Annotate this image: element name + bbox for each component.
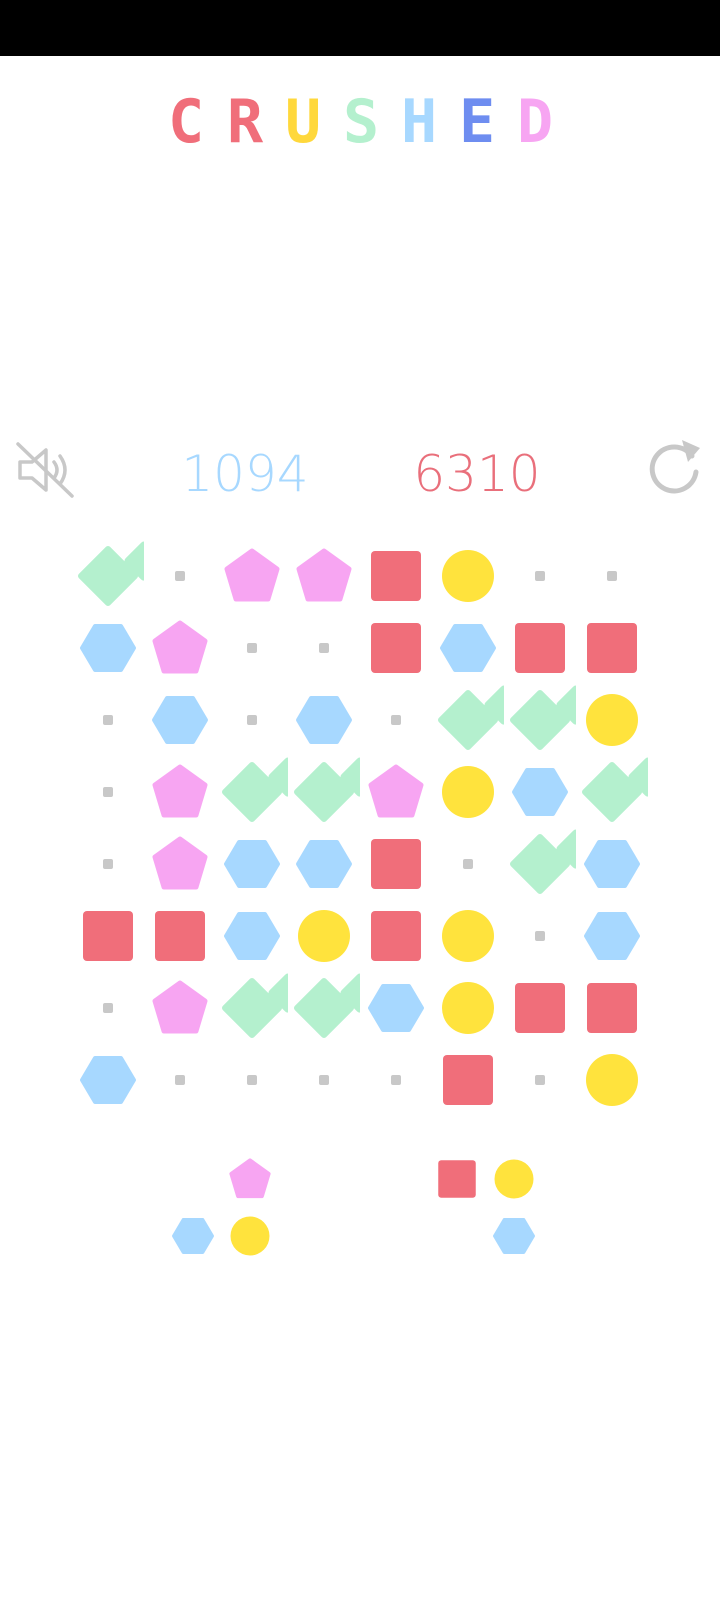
hexagon-tile[interactable] xyxy=(360,972,432,1044)
pentagon-tile[interactable] xyxy=(360,756,432,828)
empty-cell[interactable] xyxy=(360,684,432,756)
hexagon-tile xyxy=(487,1209,541,1263)
empty-cell[interactable] xyxy=(216,684,288,756)
circle-tile[interactable] xyxy=(576,1044,648,1116)
hexagon-tile[interactable] xyxy=(72,612,144,684)
square-tile[interactable] xyxy=(144,900,216,972)
empty-cell[interactable] xyxy=(72,756,144,828)
diamond-tile[interactable] xyxy=(288,756,360,828)
logo-letter-d: D xyxy=(516,96,554,148)
square-tile[interactable] xyxy=(72,900,144,972)
mute-button[interactable] xyxy=(14,438,78,502)
pentagon-tile[interactable] xyxy=(144,828,216,900)
empty-cell[interactable] xyxy=(432,828,504,900)
diamond-tile[interactable] xyxy=(288,972,360,1044)
game-board[interactable] xyxy=(72,540,648,1116)
square-tile[interactable] xyxy=(360,540,432,612)
hexagon-tile[interactable] xyxy=(576,900,648,972)
best-score: 1094 xyxy=(181,445,309,503)
empty-cell[interactable] xyxy=(216,612,288,684)
game-logo: C R U S H E D xyxy=(156,96,564,148)
next-piece-2[interactable] xyxy=(430,1152,538,1260)
square-tile[interactable] xyxy=(360,900,432,972)
diamond-tile[interactable] xyxy=(504,828,576,900)
logo-letter-s: S xyxy=(342,96,380,148)
square-tile[interactable] xyxy=(504,612,576,684)
empty-cell[interactable] xyxy=(72,684,144,756)
logo-letter-h: H xyxy=(400,96,438,148)
diamond-tile[interactable] xyxy=(432,684,504,756)
empty-cell[interactable] xyxy=(144,540,216,612)
hexagon-tile[interactable] xyxy=(504,756,576,828)
circle-tile[interactable] xyxy=(288,900,360,972)
pentagon-tile[interactable] xyxy=(288,540,360,612)
pentagon-tile[interactable] xyxy=(144,612,216,684)
circle-tile[interactable] xyxy=(432,756,504,828)
diamond-tile[interactable] xyxy=(72,540,144,612)
diamond-tile[interactable] xyxy=(216,756,288,828)
square-tile[interactable] xyxy=(360,612,432,684)
hexagon-tile[interactable] xyxy=(576,828,648,900)
pentagon-tile[interactable] xyxy=(216,540,288,612)
square-tile[interactable] xyxy=(576,972,648,1044)
logo-letter-u: U xyxy=(284,96,322,148)
current-score: 6310 xyxy=(413,445,541,503)
circle-tile xyxy=(223,1209,277,1263)
square-tile[interactable] xyxy=(432,1044,504,1116)
hexagon-tile[interactable] xyxy=(144,684,216,756)
hexagon-tile[interactable] xyxy=(432,612,504,684)
restart-icon xyxy=(649,440,700,494)
hexagon-tile[interactable] xyxy=(288,828,360,900)
logo-letter-e: E xyxy=(458,96,496,148)
pentagon-tile xyxy=(223,1152,277,1206)
empty-cell[interactable] xyxy=(72,972,144,1044)
diamond-tile[interactable] xyxy=(576,756,648,828)
circle-tile[interactable] xyxy=(432,972,504,1044)
circle-tile[interactable] xyxy=(576,684,648,756)
empty-cell[interactable] xyxy=(72,828,144,900)
square-tile[interactable] xyxy=(360,828,432,900)
empty-cell[interactable] xyxy=(216,1044,288,1116)
pentagon-tile[interactable] xyxy=(144,972,216,1044)
circle-tile[interactable] xyxy=(432,900,504,972)
logo-letter-c: C xyxy=(167,96,205,148)
empty-cell[interactable] xyxy=(576,540,648,612)
hexagon-tile[interactable] xyxy=(216,900,288,972)
square-tile[interactable] xyxy=(504,972,576,1044)
empty-cell[interactable] xyxy=(504,1044,576,1116)
status-bar xyxy=(0,0,720,56)
diamond-tile[interactable] xyxy=(216,972,288,1044)
circle-tile[interactable] xyxy=(432,540,504,612)
next-piece-1[interactable] xyxy=(166,1152,274,1260)
empty-cell[interactable] xyxy=(504,540,576,612)
empty-cell[interactable] xyxy=(360,1044,432,1116)
hexagon-tile xyxy=(166,1209,220,1263)
empty-cell[interactable] xyxy=(288,612,360,684)
square-tile xyxy=(430,1152,484,1206)
speaker-muted-icon xyxy=(16,442,74,498)
hexagon-tile[interactable] xyxy=(72,1044,144,1116)
hexagon-tile[interactable] xyxy=(216,828,288,900)
square-tile[interactable] xyxy=(576,612,648,684)
logo-letter-r: R xyxy=(226,96,264,148)
hexagon-tile[interactable] xyxy=(288,684,360,756)
empty-cell[interactable] xyxy=(504,900,576,972)
diamond-tile[interactable] xyxy=(504,684,576,756)
circle-tile xyxy=(487,1152,541,1206)
restart-button[interactable] xyxy=(644,434,708,498)
pentagon-tile[interactable] xyxy=(144,756,216,828)
empty-cell[interactable] xyxy=(144,1044,216,1116)
empty-cell[interactable] xyxy=(288,1044,360,1116)
